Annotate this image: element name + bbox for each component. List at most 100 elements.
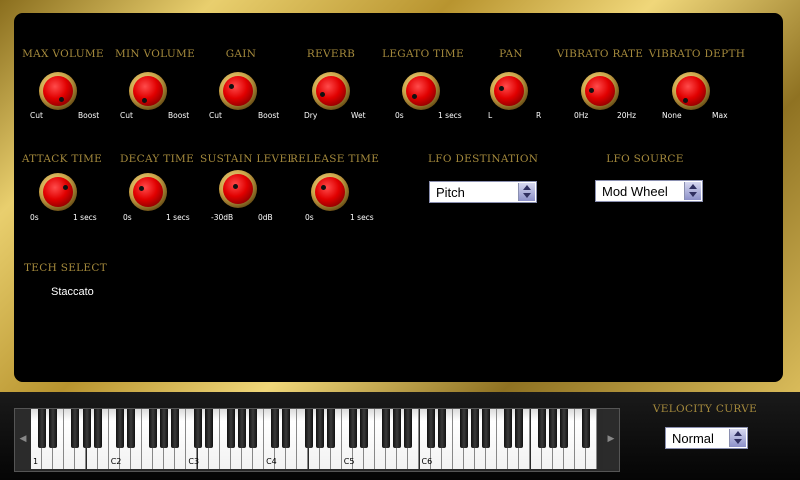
- vibrato-depth-knob[interactable]: [672, 72, 710, 110]
- black-key[interactable]: [115, 409, 124, 448]
- black-key[interactable]: [360, 409, 368, 448]
- black-key[interactable]: [237, 409, 246, 448]
- sustain-level-knob[interactable]: [219, 170, 257, 208]
- black-key[interactable]: [459, 409, 468, 448]
- black-key[interactable]: [326, 409, 335, 448]
- attack-time-min: 0s: [30, 213, 39, 222]
- black-key[interactable]: [71, 409, 80, 448]
- max-volume-min: Cut: [30, 111, 43, 120]
- black-key[interactable]: [38, 409, 47, 448]
- scroll-left-icon[interactable]: ◀: [15, 409, 31, 469]
- release-time-knob[interactable]: [311, 173, 349, 211]
- legato-time-label: LEGATO TIME: [382, 48, 464, 60]
- legato-time-knob[interactable]: [402, 72, 440, 110]
- pan-label: PAN: [499, 48, 523, 60]
- vibrato-rate-min: 0Hz: [574, 111, 589, 120]
- decay-time-max: 1 secs: [166, 213, 190, 222]
- black-key[interactable]: [404, 409, 413, 448]
- black-key[interactable]: [193, 409, 202, 448]
- black-key[interactable]: [271, 409, 280, 448]
- updown-arrow-icon[interactable]: [729, 429, 746, 447]
- pan-max: R: [536, 111, 542, 120]
- black-key[interactable]: [126, 409, 135, 448]
- black-key[interactable]: [149, 409, 158, 448]
- black-key[interactable]: [515, 409, 524, 448]
- black-key[interactable]: [315, 409, 324, 448]
- vibrato-depth-max: Max: [712, 111, 728, 120]
- tech-select-label: TECH SELECT: [24, 262, 108, 274]
- black-key[interactable]: [504, 409, 513, 448]
- black-key[interactable]: [471, 409, 479, 448]
- black-key[interactable]: [426, 409, 435, 448]
- max-volume-max: Boost: [78, 111, 100, 120]
- vibrato-depth-label: VIBRATO DEPTH: [648, 48, 746, 60]
- black-key[interactable]: [559, 409, 568, 448]
- black-key[interactable]: [249, 409, 257, 448]
- decay-time-knob[interactable]: [129, 173, 167, 211]
- reverb-min: Dry: [304, 111, 318, 120]
- note-label: C5: [343, 457, 355, 466]
- black-key[interactable]: [437, 409, 446, 448]
- release-time-max: 1 secs: [350, 213, 374, 222]
- black-key[interactable]: [382, 409, 391, 448]
- black-key[interactable]: [304, 409, 313, 448]
- note-label: C2: [110, 457, 122, 466]
- black-key[interactable]: [537, 409, 546, 448]
- black-key[interactable]: [93, 409, 102, 448]
- attack-time-max: 1 secs: [73, 213, 97, 222]
- gain-min: Cut: [209, 111, 222, 120]
- legato-time-min: 0s: [395, 111, 404, 120]
- sustain-level-min: -30dB: [211, 213, 234, 222]
- black-key[interactable]: [171, 409, 180, 448]
- updown-arrow-icon[interactable]: [684, 182, 701, 200]
- lfo-destination-value: Pitch: [436, 185, 465, 200]
- sustain-level-label: SUSTAIN LEVEL: [200, 153, 295, 165]
- lfo-destination-label: LFO DESTINATION: [428, 153, 539, 165]
- black-key[interactable]: [82, 409, 91, 448]
- release-time-label: RELEASE TIME: [290, 153, 380, 165]
- piano-keyboard[interactable]: ◀ ▶ 1 C2 C3 C4 C5 C6: [14, 408, 620, 472]
- tech-select-value[interactable]: Staccato: [51, 286, 94, 298]
- vibrato-depth-min: None: [662, 111, 682, 120]
- black-key[interactable]: [548, 409, 557, 448]
- vibrato-rate-max: 20Hz: [617, 111, 637, 120]
- black-key[interactable]: [482, 409, 491, 448]
- black-key[interactable]: [582, 409, 590, 448]
- note-label: 1: [33, 457, 39, 466]
- gain-max: Boost: [258, 111, 280, 120]
- attack-time-knob[interactable]: [39, 173, 77, 211]
- velocity-curve-label: VELOCITY CURVE: [652, 403, 758, 415]
- velocity-curve-select[interactable]: Normal: [665, 427, 748, 449]
- max-volume-label: MAX VOLUME: [22, 48, 104, 60]
- black-key[interactable]: [348, 409, 357, 448]
- velocity-curve-value: Normal: [672, 431, 714, 446]
- min-volume-knob[interactable]: [129, 72, 167, 110]
- max-volume-knob[interactable]: [39, 72, 77, 110]
- legato-time-max: 1 secs: [438, 111, 462, 120]
- gain-label: GAIN: [225, 48, 257, 60]
- reverb-label: REVERB: [306, 48, 356, 60]
- lfo-source-label: LFO SOURCE: [606, 153, 684, 165]
- black-key[interactable]: [282, 409, 291, 448]
- black-key[interactable]: [204, 409, 213, 448]
- scroll-right-icon[interactable]: ▶: [603, 409, 619, 469]
- sustain-level-max: 0dB: [258, 213, 273, 222]
- decay-time-min: 0s: [123, 213, 132, 222]
- note-label: C4: [266, 457, 277, 466]
- black-key[interactable]: [226, 409, 235, 448]
- reverb-knob[interactable]: [312, 72, 350, 110]
- note-label: C6: [421, 457, 433, 466]
- lfo-source-select[interactable]: Mod Wheel: [595, 180, 703, 202]
- black-key[interactable]: [393, 409, 402, 448]
- attack-time-label: ATTACK TIME: [21, 153, 103, 165]
- release-time-min: 0s: [305, 213, 314, 222]
- black-key[interactable]: [160, 409, 169, 448]
- black-key[interactable]: [49, 409, 58, 448]
- note-label: C3: [188, 457, 200, 466]
- pan-knob[interactable]: [490, 72, 528, 110]
- updown-arrow-icon[interactable]: [518, 183, 535, 201]
- vibrato-rate-knob[interactable]: [581, 72, 619, 110]
- gain-knob[interactable]: [219, 72, 257, 110]
- lfo-source-value: Mod Wheel: [602, 184, 668, 199]
- lfo-destination-select[interactable]: Pitch: [429, 181, 537, 203]
